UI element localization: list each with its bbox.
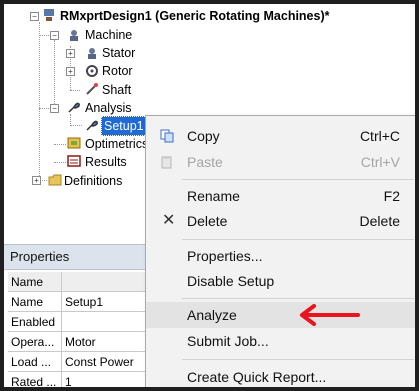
- machine-icon: [70, 30, 78, 41]
- tree-item-optimetrics[interactable]: Optimetrics: [85, 135, 148, 153]
- menu-item-label: Copy: [187, 128, 220, 144]
- property-value[interactable]: [62, 312, 158, 332]
- expand-toggle[interactable]: +: [66, 67, 75, 76]
- tree-line: [70, 125, 82, 126]
- tree-line: [54, 162, 66, 163]
- tree-root-item[interactable]: RMxprtDesign1 (Generic Rotating Machines…: [60, 7, 330, 25]
- property-value[interactable]: Motor: [62, 332, 158, 352]
- tree-item-label: Shaft: [102, 83, 132, 97]
- expand-toggle[interactable]: +: [66, 49, 75, 58]
- property-key: Opera...: [8, 332, 62, 352]
- shaft-icon: [86, 83, 98, 95]
- tree-item-machine[interactable]: Machine: [85, 26, 132, 44]
- tree-item-results[interactable]: Results: [85, 153, 127, 171]
- properties-header-blank: [62, 272, 158, 292]
- menu-separator: [182, 359, 414, 360]
- tree-item-definitions[interactable]: Definitions: [64, 172, 122, 190]
- menu-item-label: Create Quick Report...: [187, 369, 327, 385]
- tree-item-label: Definitions: [64, 174, 123, 188]
- analysis-icon: [68, 102, 80, 113]
- menu-separator: [182, 239, 414, 240]
- menu-item-shortcut: Ctrl+V: [360, 154, 400, 170]
- setup-icon: [86, 120, 98, 131]
- tree-item-analysis[interactable]: Analysis: [85, 99, 132, 117]
- tree-line: [70, 90, 80, 91]
- paste-icon: [161, 156, 172, 169]
- menu-item-label: Submit Job...: [187, 333, 269, 349]
- properties-header-name: Name: [8, 272, 62, 292]
- tree-item-label: Results: [85, 155, 127, 169]
- folder-icon: [48, 174, 62, 186]
- expand-toggle[interactable]: +: [32, 176, 41, 185]
- stator-icon: [88, 48, 96, 59]
- red-arrow-icon: [300, 304, 360, 326]
- menu-item-label: Properties...: [187, 248, 263, 264]
- tree-line: [54, 40, 55, 110]
- delete-icon: ✕: [162, 212, 176, 229]
- design-icon: [44, 9, 54, 21]
- menu-item-analyze[interactable]: Analyze: [146, 302, 415, 328]
- collapse-toggle[interactable]: −: [50, 104, 59, 113]
- menu-item-label: Rename: [187, 188, 240, 204]
- menu-separator: [182, 179, 414, 180]
- tree-item-label: Stator: [102, 46, 136, 60]
- tree-item-label: Rotor: [102, 64, 133, 78]
- menu-item-copy[interactable]: Copy Ctrl+C: [146, 123, 415, 149]
- menu-item-submit-job[interactable]: Submit Job...: [146, 328, 415, 354]
- optimetrics-icon: [67, 137, 81, 149]
- property-value[interactable]: 1: [62, 372, 158, 387]
- results-icon: [67, 155, 81, 167]
- tree-line: [39, 22, 40, 182]
- property-key: Rated ...: [8, 372, 62, 387]
- menu-item-disable-setup[interactable]: Disable Setup: [146, 268, 415, 294]
- collapse-toggle[interactable]: −: [30, 12, 39, 21]
- copy-icon: [160, 129, 174, 143]
- properties-panel-title: Properties: [4, 244, 160, 270]
- tree-item-label: Optimetrics: [85, 137, 149, 151]
- menu-item-label: Analyze: [187, 307, 237, 323]
- tree-item-label: Machine: [85, 28, 133, 42]
- menu-item-label: Delete: [187, 213, 228, 229]
- tree-item-label: Setup1: [101, 116, 147, 136]
- collapse-toggle[interactable]: −: [50, 31, 59, 40]
- tree-item-rotor[interactable]: Rotor: [102, 62, 133, 80]
- property-key: Enabled: [8, 312, 62, 332]
- tree-root-label: RMxprtDesign1 (Generic Rotating Machines…: [60, 9, 330, 23]
- tree-item-shaft[interactable]: Shaft: [102, 81, 131, 99]
- property-key: Load ...: [8, 352, 62, 372]
- tree-item-setup1[interactable]: Setup1: [101, 116, 147, 136]
- menu-item-create-quick-report[interactable]: Create Quick Report...: [146, 364, 415, 387]
- context-menu: Copy Ctrl+C Paste Ctrl+V Rename F2 ✕ Del…: [145, 115, 415, 387]
- menu-item-shortcut: F2: [383, 188, 400, 204]
- property-value[interactable]: Const Power: [62, 352, 158, 372]
- tree-line: [54, 144, 66, 145]
- menu-separator: [182, 298, 414, 299]
- property-key: Name: [8, 292, 62, 312]
- property-value[interactable]: Setup1: [62, 292, 158, 312]
- menu-item-label: Paste: [187, 154, 223, 170]
- menu-item-shortcut: Delete: [359, 213, 400, 229]
- tree-item-label: Analysis: [85, 101, 132, 115]
- menu-item-label: Disable Setup: [187, 273, 275, 289]
- menu-item-shortcut: Ctrl+C: [359, 128, 400, 144]
- rotor-icon: [86, 65, 98, 77]
- menu-item-rename[interactable]: Rename F2: [146, 183, 415, 209]
- menu-item-delete[interactable]: ✕ Delete Delete: [146, 208, 415, 234]
- app-window: − RMxprtDesign1 (Generic Rotating Machin…: [4, 4, 415, 387]
- menu-item-properties[interactable]: Properties...: [146, 243, 415, 269]
- tree-item-stator[interactable]: Stator: [102, 44, 135, 62]
- menu-item-paste[interactable]: Paste Ctrl+V: [146, 149, 415, 175]
